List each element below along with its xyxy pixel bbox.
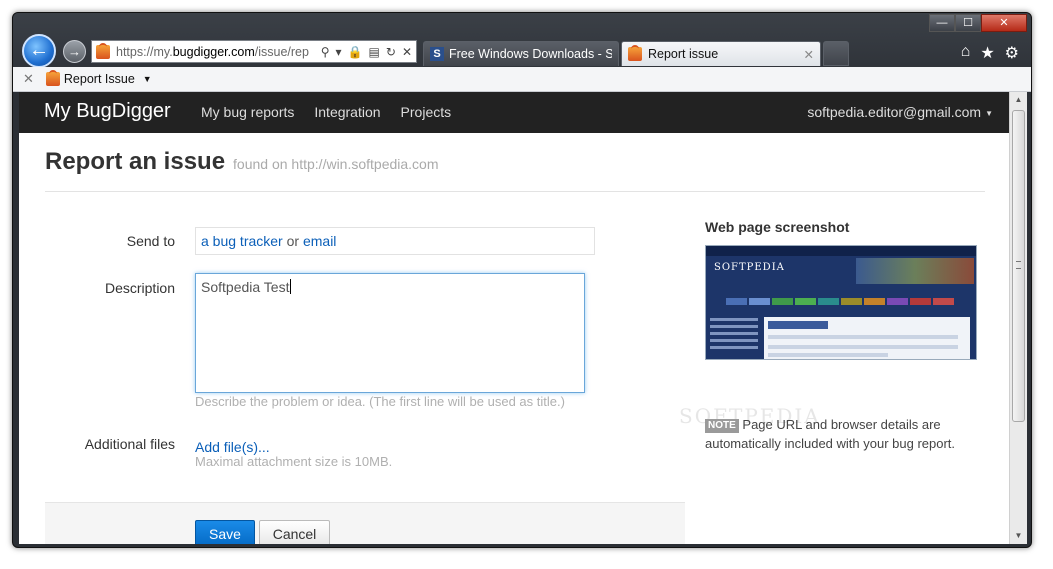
tab-close-icon[interactable]: ✕	[804, 47, 814, 62]
nav-projects[interactable]: Projects	[401, 104, 452, 120]
favorites-star-icon[interactable]: ★	[980, 43, 994, 63]
page-viewport: My BugDigger My bug reports Integration …	[19, 92, 1027, 544]
screenshot-title: Web page screenshot	[705, 219, 850, 235]
note-body: Page URL and browser details are automat…	[705, 417, 956, 451]
softpedia-favicon-icon: S	[430, 47, 444, 61]
cancel-button[interactable]: Cancel	[259, 520, 330, 544]
dropdown-arrow-icon[interactable]: ▾	[336, 45, 342, 59]
send-to-label: Send to	[126, 233, 175, 249]
description-help: Describe the problem or idea. (The first…	[195, 394, 565, 409]
gear-icon[interactable]: ⚙	[1005, 43, 1019, 63]
additional-files-label: Additional files	[84, 436, 175, 452]
window-controls: — ☐ ✕	[929, 14, 1027, 32]
browser-tools: ⌂ ★ ⚙	[961, 43, 1019, 63]
account-menu[interactable]: softpedia.editor@gmail.com ▼	[807, 104, 993, 120]
thumbnail-panel	[764, 317, 970, 359]
send-to-field[interactable]: a bug tracker or email	[195, 227, 595, 255]
browser-window: — ☐ ✕ ← → https://my.bugdigger.com/issue…	[12, 12, 1032, 548]
description-label: Description	[104, 280, 175, 296]
minimize-button[interactable]: —	[929, 14, 955, 32]
save-button[interactable]: Save	[195, 520, 255, 544]
tab-label: Free Windows Downloads - So...	[449, 47, 612, 61]
thumbnail-topbar	[706, 246, 976, 256]
send-to-or: or	[286, 233, 300, 249]
report-issue-button[interactable]: Report Issue	[64, 72, 135, 86]
back-button[interactable]: ←	[22, 34, 56, 68]
nav-integration[interactable]: Integration	[314, 104, 380, 120]
form-actions: Save Cancel	[45, 502, 685, 544]
note-badge: NOTE	[705, 419, 739, 433]
close-bar-icon[interactable]: ✕	[23, 71, 34, 87]
forward-button[interactable]: →	[63, 40, 86, 63]
lock-icon[interactable]: 🔒	[348, 45, 363, 59]
bug-tracker-link[interactable]: a bug tracker	[201, 233, 283, 249]
divider	[45, 191, 985, 192]
scroll-up-icon[interactable]: ▲	[1010, 92, 1027, 108]
web-page-screenshot-thumbnail[interactable]: SOFTPEDIA	[705, 245, 977, 360]
page-subtitle: found on http://win.softpedia.com	[233, 156, 439, 172]
chevron-down-icon[interactable]: ▼	[143, 74, 152, 84]
address-url: https://my.bugdigger.com/issue/rep	[116, 44, 309, 59]
favorites-bar: ✕ Report Issue ▼	[13, 67, 1031, 92]
note-text: NOTE Page URL and browser details are au…	[705, 415, 975, 453]
nav-my-bug-reports[interactable]: My bug reports	[201, 104, 294, 120]
description-textarea[interactable]: Softpedia Test	[195, 273, 585, 393]
thumbnail-menu	[726, 298, 954, 305]
bugdigger-favicon-icon	[96, 42, 110, 59]
email-link[interactable]: email	[303, 233, 336, 249]
bugdigger-favicon-icon	[45, 70, 60, 86]
browser-chrome: — ☐ ✕ ← → https://my.bugdigger.com/issue…	[13, 13, 1031, 93]
add-files-link[interactable]: Add file(s)...	[195, 439, 270, 455]
bugdigger-favicon-icon	[628, 45, 642, 61]
text-cursor	[290, 279, 292, 294]
account-email: softpedia.editor@gmail.com	[807, 104, 982, 120]
scrollbar-thumb[interactable]	[1012, 110, 1025, 422]
app-topbar: My BugDigger My bug reports Integration …	[19, 92, 1009, 133]
thumbnail-logo: SOFTPEDIA	[714, 262, 785, 273]
thumbnail-left-column	[710, 314, 758, 358]
address-bar[interactable]: https://my.bugdigger.com/issue/rep ⚲ ▾ 🔒…	[91, 40, 417, 63]
home-icon[interactable]: ⌂	[961, 43, 971, 63]
tab-report-issue[interactable]: Report issue ✕	[621, 41, 821, 66]
address-bar-icons: ⚲ ▾ 🔒 ▤ ↻ ✕	[321, 45, 412, 59]
grip-icon	[1016, 261, 1021, 269]
description-value: Softpedia Test	[201, 279, 290, 295]
tab-softpedia[interactable]: S Free Windows Downloads - So...	[423, 41, 619, 66]
new-tab-button[interactable]	[823, 41, 849, 66]
tab-label: Report issue	[648, 47, 719, 61]
page-heading: Report an issue found on http://win.soft…	[45, 148, 439, 176]
search-icon[interactable]: ⚲	[321, 45, 330, 59]
refresh-icon[interactable]: ↻	[386, 45, 396, 59]
app-brand[interactable]: My BugDigger	[44, 100, 171, 123]
window-close-button[interactable]: ✕	[981, 14, 1027, 32]
scroll-down-icon[interactable]: ▼	[1010, 528, 1027, 544]
attachment-size-help: Maximal attachment size is 10MB.	[195, 454, 393, 469]
stop-icon[interactable]: ✕	[402, 45, 412, 59]
chevron-down-icon: ▼	[985, 108, 993, 118]
main-nav: My bug reports Integration Projects	[201, 104, 451, 120]
vertical-scrollbar[interactable]: ▲ ▼	[1009, 92, 1027, 544]
thumbnail-banner	[856, 258, 974, 284]
maximize-button[interactable]: ☐	[955, 14, 981, 32]
compatibility-view-icon[interactable]: ▤	[369, 45, 380, 59]
page-title: Report an issue	[45, 148, 226, 175]
